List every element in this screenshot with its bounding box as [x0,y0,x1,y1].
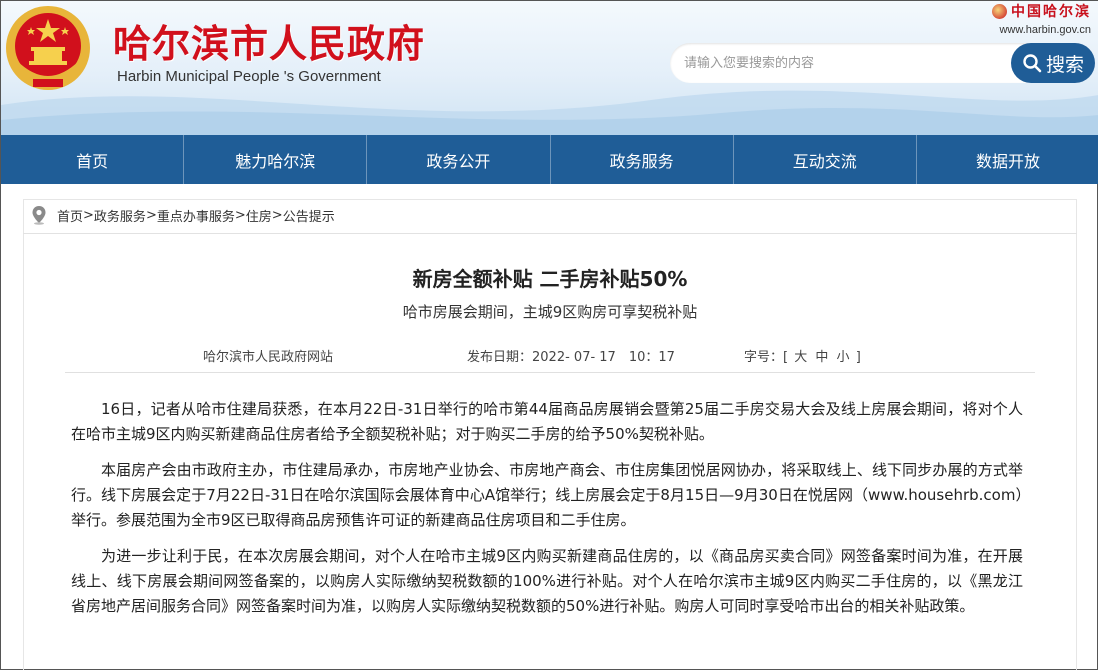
font-size-label: 字号： [744,350,784,365]
nav-item-charm-harbin[interactable]: 魅力哈尔滨 [184,135,368,184]
nav-item-gov-services[interactable]: 政务服务 [551,135,734,184]
breadcrumb-key-services[interactable]: 重点办事服务 [157,206,235,225]
article-date: 发布日期：2022- 07- 17 10：17 [467,346,675,365]
breadcrumb-separator: > [234,207,246,223]
breadcrumb-separator: > [271,207,283,223]
location-pin-icon [32,206,46,225]
article-meta: 哈尔滨市人民政府网站 发布日期：2022- 07- 17 10：17 字号：[ … [1,346,1098,366]
search-icon [1023,54,1042,73]
article-title: 新房全额补贴 二手房补贴50% [412,267,688,291]
site-title-cn: 哈尔滨市人民政府 [113,21,426,66]
main-nav: 首页 魅力哈尔滨 政务公开 政务服务 互动交流 数据开放 [1,135,1098,184]
breadcrumb-home[interactable]: 首页 [57,206,83,225]
article-body: 16日，记者从哈市住建局获悉，在本月22日-31日举行的哈市第44届商品房展销会… [71,397,1023,630]
search-box: 搜索 [670,43,1095,83]
font-size-large[interactable]: 大 [792,350,809,365]
font-size-medium[interactable]: 中 [813,350,830,365]
site-title-en: Harbin Municipal People 's Government [117,68,381,85]
search-button-label: 搜索 [1045,53,1084,76]
font-size-small[interactable]: 小 [835,350,852,365]
brand-cn-text: 中国哈尔滨 [1011,4,1091,20]
article-source: 哈尔滨市人民政府网站 [203,350,334,365]
nav-item-interaction[interactable]: 互动交流 [734,135,917,184]
meta-divider [65,372,1035,373]
article-subtitle: 哈市房展会期间，主城9区购房可享契税补贴 [402,303,698,321]
nav-item-home[interactable]: 首页 [1,135,185,184]
date-value: 2022- 07- 17 10：17 [532,350,675,365]
breadcrumb-notices[interactable]: 公告提示 [283,206,335,225]
article-paragraph: 16日，记者从哈市住建局获悉，在本月22日-31日举行的哈市第44届商品房展销会… [71,400,1023,443]
breadcrumb: 首页 > 政务服务 > 重点办事服务 > 住房 > 公告提示 [31,203,335,227]
breadcrumb-divider [23,233,1077,234]
breadcrumb-separator: > [83,207,94,223]
font-size-bracket-open: [ [783,350,789,365]
national-emblem-icon [6,6,90,90]
brand-url: www.harbin.gov.cn [999,23,1091,36]
font-size-control: 字号：[ 大 中 小 ] [744,346,861,365]
article-paragraph: 本届房产会由市政府主办，市住建局承办，市房地产业协会、市房地产商会、市住房集团悦… [71,461,1023,529]
article-paragraph: 为进一步让利于民，在本次房展会期间，对个人在哈市主城9区内购买新建商品住房的，以… [71,547,1023,615]
city-logo-icon [992,3,1007,19]
search-input[interactable] [684,43,1004,83]
search-button[interactable]: 搜索 [1011,43,1095,83]
nav-item-open-data[interactable]: 数据开放 [917,135,1098,184]
site-header: 哈尔滨市人民政府 Harbin Municipal People 's Gove… [1,1,1098,135]
font-size-bracket-close: ] [855,350,861,365]
breadcrumb-separator: > [145,207,157,223]
city-brand[interactable]: 中国哈尔滨 www.harbin.gov.cn [992,1,1091,36]
breadcrumb-gov-services[interactable]: 政务服务 [94,206,146,225]
breadcrumb-housing[interactable]: 住房 [246,206,272,225]
date-label: 发布日期： [467,350,533,365]
nav-item-gov-affairs-open[interactable]: 政务公开 [367,135,551,184]
